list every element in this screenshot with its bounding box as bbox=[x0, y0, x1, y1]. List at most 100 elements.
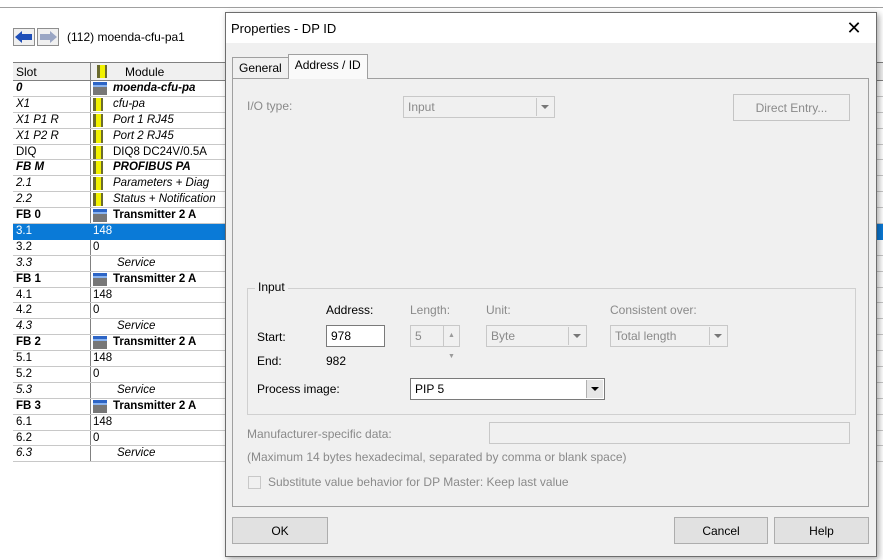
module-name: Service bbox=[117, 447, 156, 460]
module-name: PROFIBUS PA bbox=[113, 161, 191, 174]
slot-cell: 5.3 bbox=[13, 382, 91, 398]
dialog-title: Properties - DP ID bbox=[231, 20, 337, 36]
slot-cell: 0 bbox=[13, 81, 91, 96]
length-spinner[interactable]: 5 ▲ ▼ bbox=[410, 325, 460, 360]
process-image-select[interactable]: PIP 5 bbox=[410, 378, 605, 400]
tab-panel-address-id: I/O type: Input Direct Entry... Input Ad… bbox=[232, 78, 869, 507]
substitute-value-label: Substitute value behavior for DP Master:… bbox=[268, 475, 569, 489]
ok-button[interactable]: OK bbox=[232, 517, 328, 544]
input-group: Input Address: Length: Unit: Consistent … bbox=[247, 280, 856, 415]
unit-column-label: Unit: bbox=[486, 303, 511, 317]
tab-general[interactable]: General bbox=[232, 57, 289, 79]
unit-select[interactable]: Byte bbox=[486, 325, 587, 347]
module-name: 148 bbox=[93, 415, 113, 428]
window-top-border bbox=[0, 0, 883, 8]
slot-cell: 5.2 bbox=[13, 367, 91, 382]
module-icon bbox=[93, 113, 107, 127]
chevron-down-icon bbox=[568, 327, 585, 345]
chevron-down-icon bbox=[536, 98, 553, 116]
module-name: moenda-cfu-pa bbox=[113, 81, 196, 94]
slot-cell: 2.1 bbox=[13, 176, 91, 192]
slot-cell: 6.3 bbox=[13, 446, 91, 462]
slot-cell: 4.2 bbox=[13, 303, 91, 319]
module-name: 148 bbox=[93, 352, 113, 365]
slot-cell: FB 0 bbox=[13, 208, 91, 224]
end-address-value: 982 bbox=[326, 354, 347, 368]
slot-cell: 4.1 bbox=[13, 287, 91, 303]
dialog-title-bar: Properties - DP ID ✕ bbox=[226, 13, 876, 43]
module-icon bbox=[93, 161, 107, 175]
slot-cell: DIQ bbox=[13, 144, 91, 160]
module-name: 0 bbox=[93, 367, 100, 380]
chevron-down-icon bbox=[709, 327, 726, 345]
help-button[interactable]: Help bbox=[774, 517, 869, 544]
slot-cell: X1 P1 R bbox=[13, 112, 91, 128]
length-column-label: Length: bbox=[410, 303, 451, 317]
direct-entry-button[interactable]: Direct Entry... bbox=[733, 94, 850, 121]
module-name: Parameters + Diag bbox=[113, 177, 210, 190]
module-name: 148 bbox=[93, 224, 113, 237]
device-icon bbox=[93, 209, 107, 223]
slot-cell: X1 P2 R bbox=[13, 128, 91, 144]
slot-cell: FB 2 bbox=[13, 335, 91, 351]
manufacturer-data-input[interactable] bbox=[489, 422, 850, 444]
module-name: Transmitter 2 A bbox=[113, 399, 197, 412]
slot-cell: FB 1 bbox=[13, 271, 91, 287]
slot-cell: 3.2 bbox=[13, 239, 91, 255]
slot-cell: X1 bbox=[13, 96, 91, 112]
module-name: 0 bbox=[93, 431, 100, 444]
chevron-down-icon bbox=[586, 380, 603, 398]
module-name: 148 bbox=[93, 288, 113, 301]
arrow-right-icon bbox=[40, 31, 57, 43]
device-icon bbox=[93, 81, 107, 95]
forward-button[interactable] bbox=[37, 28, 59, 46]
module-name: Transmitter 2 A bbox=[113, 336, 197, 349]
manufacturer-data-hint: (Maximum 14 bytes hexadecimal, separated… bbox=[247, 450, 627, 464]
station-title: (112) moenda-cfu-pa1 bbox=[67, 30, 185, 44]
process-image-label: Process image: bbox=[257, 382, 340, 396]
slot-cell: 6.1 bbox=[13, 414, 91, 430]
tab-address-id[interactable]: Address / ID bbox=[287, 54, 368, 79]
module-icon bbox=[93, 177, 107, 191]
device-icon bbox=[93, 272, 107, 286]
substitute-value-checkbox[interactable] bbox=[248, 476, 261, 489]
slot-cell: FB M bbox=[13, 160, 91, 176]
slot-cell: FB 3 bbox=[13, 398, 91, 414]
module-icon bbox=[93, 129, 107, 143]
module-name: Service bbox=[117, 256, 156, 269]
io-type-select[interactable]: Input bbox=[403, 96, 555, 118]
slot-cell: 6.2 bbox=[13, 430, 91, 446]
module-name: Service bbox=[117, 320, 156, 333]
module-name: Transmitter 2 A bbox=[113, 209, 197, 222]
slot-cell: 2.2 bbox=[13, 192, 91, 208]
slot-cell: 3.1 bbox=[13, 224, 91, 239]
start-label: Start: bbox=[257, 330, 286, 344]
module-icon bbox=[93, 145, 107, 159]
start-address-input[interactable]: 978 bbox=[326, 325, 385, 347]
station-nav: (112) moenda-cfu-pa1 bbox=[13, 28, 185, 46]
tab-strip: General Address / ID bbox=[232, 54, 368, 79]
slot-cell: 4.3 bbox=[13, 319, 91, 335]
module-icon bbox=[93, 193, 107, 207]
address-column-label: Address: bbox=[326, 303, 374, 317]
module-name: DIQ8 DC24V/0.5A bbox=[113, 145, 207, 158]
consistent-select[interactable]: Total length bbox=[610, 325, 728, 347]
back-button[interactable] bbox=[13, 28, 35, 46]
io-type-label: I/O type: bbox=[247, 99, 293, 113]
module-name: cfu-pa bbox=[113, 97, 145, 110]
slot-cell: 3.3 bbox=[13, 255, 91, 271]
manufacturer-data-label: Manufacturer-specific data: bbox=[247, 427, 392, 441]
consistent-column-label: Consistent over: bbox=[610, 303, 697, 317]
module-icon bbox=[97, 65, 111, 78]
cancel-button[interactable]: Cancel bbox=[674, 517, 768, 544]
device-icon bbox=[93, 399, 107, 413]
input-group-title: Input bbox=[255, 280, 288, 294]
header-slot[interactable]: Slot bbox=[13, 63, 91, 80]
close-icon[interactable]: ✕ bbox=[832, 13, 876, 43]
module-name: 0 bbox=[93, 240, 100, 253]
module-name: Transmitter 2 A bbox=[113, 272, 197, 285]
spinner-arrows-icon: ▲ ▼ bbox=[443, 326, 459, 360]
device-icon bbox=[93, 336, 107, 350]
arrow-left-icon bbox=[15, 31, 32, 43]
slot-cell: 5.1 bbox=[13, 351, 91, 367]
